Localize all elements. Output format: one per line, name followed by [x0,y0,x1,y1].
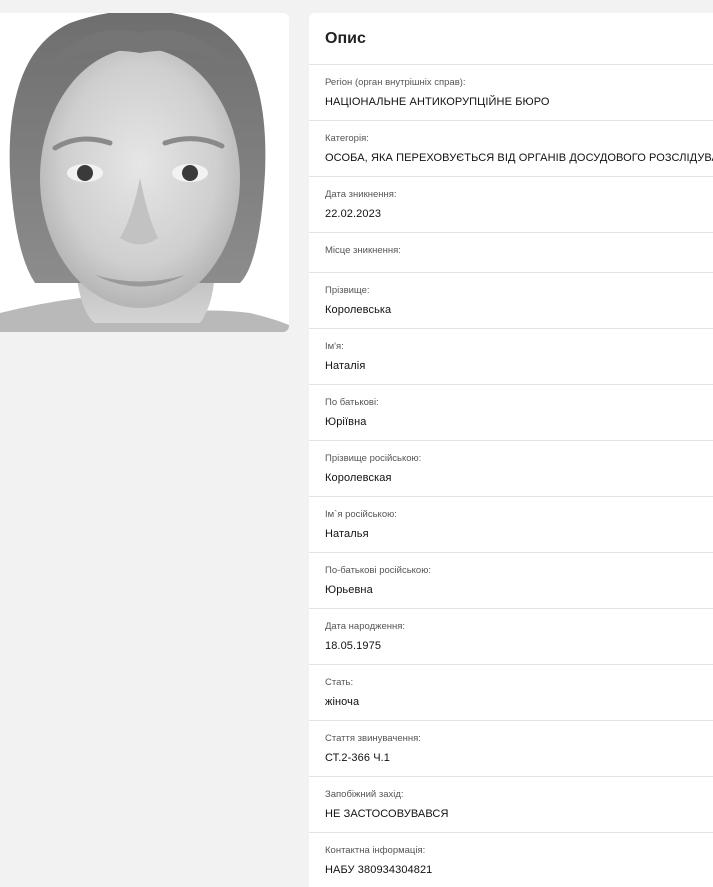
description-panel: Опис Регіон (орган внутрішніх справ): НА… [309,13,713,887]
field-region: Регіон (орган внутрішніх справ): НАЦІОНА… [309,65,713,121]
portrait-image [0,13,289,332]
field-label: По-батькові російською: [325,565,431,576]
field-disappearance-date: Дата зникнення: 22.02.2023 [309,177,713,233]
field-value: СТ.2-366 Ч.1 [325,752,391,764]
field-label: Прізвище російською: [325,453,422,464]
field-charge-article: Стаття звинувачення: СТ.2-366 Ч.1 [309,721,713,777]
field-category: Категорія: ОСОБА, ЯКА ПЕРЕХОВУЄТЬСЯ ВІД … [309,121,713,177]
page: Опис Регіон (орган внутрішніх справ): НА… [0,0,713,887]
person-photo [0,13,289,332]
field-label: Стаття звинувачення: [325,733,421,744]
field-patronymic: По батькові: Юріївна [309,385,713,441]
field-label: Ім`я російською: [325,509,397,520]
field-label: Місце зникнення: [325,245,401,256]
field-label: Запобіжний захід: [325,789,404,800]
field-surname-russian: Прізвище російською: Королевская [309,441,713,497]
field-label: Категорія: [325,133,369,144]
field-value: Юрьевна [325,584,373,596]
field-label: Прізвище: [325,285,370,296]
field-first-name: Ім'я: Наталія [309,329,713,385]
field-label: Дата народження: [325,621,406,632]
field-label: По батькові: [325,397,379,408]
field-value: Наталья [325,528,369,540]
field-value: жіноча [325,696,360,708]
field-value: 18.05.1975 [325,640,382,652]
field-label: Регіон (орган внутрішніх справ): [325,77,466,88]
field-value: НАБУ 380934304821 [325,864,433,876]
field-value: ОСОБА, ЯКА ПЕРЕХОВУЄТЬСЯ ВІД ОРГАНІВ ДОС… [325,152,713,164]
field-patronymic-russian: По-батькові російською: Юрьевна [309,553,713,609]
field-label: Ім'я: [325,341,344,352]
field-contact-info: Контактна інформація: НАБУ 380934304821 [309,833,713,887]
field-value: НАЦІОНАЛЬНЕ АНТИКОРУПЦІЙНЕ БЮРО [325,96,550,108]
field-preventive-measure: Запобіжний захід: НЕ ЗАСТОСОВУВАВСЯ [309,777,713,833]
field-value: Наталія [325,360,366,372]
field-gender: Стать: жіноча [309,665,713,721]
field-label: Контактна інформація: [325,845,426,856]
field-value: Королевская [325,472,392,484]
field-value: 22.02.2023 [325,208,382,220]
field-disappearance-place: Місце зникнення: [309,233,713,273]
field-surname: Прізвище: Королевська [309,273,713,329]
field-value: Королевська [325,304,392,316]
field-value: НЕ ЗАСТОСОВУВАВСЯ [325,808,449,820]
field-first-name-russian: Ім`я російською: Наталья [309,497,713,553]
field-birth-date: Дата народження: 18.05.1975 [309,609,713,665]
field-value: Юріївна [325,416,367,428]
field-label: Дата зникнення: [325,189,397,200]
description-title: Опис [309,13,713,65]
field-label: Стать: [325,677,354,688]
